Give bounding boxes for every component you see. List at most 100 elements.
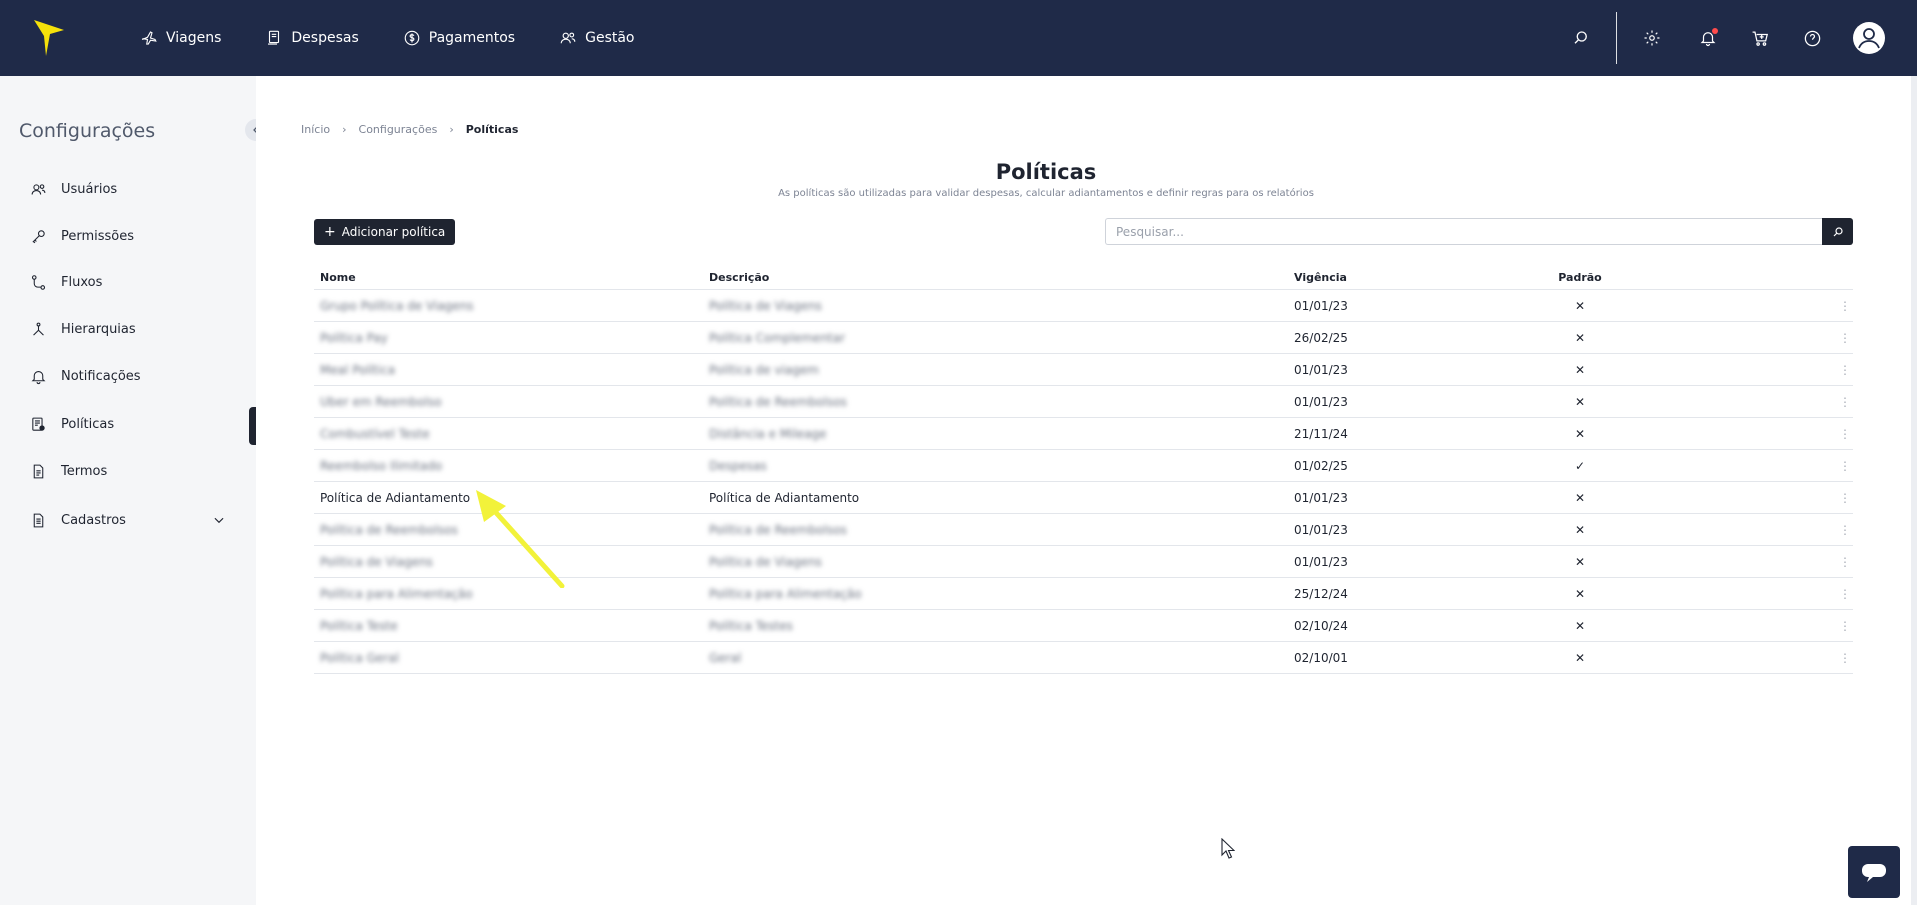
active-indicator <box>249 407 256 445</box>
sidebar-item-permissoes[interactable]: Permissões <box>30 224 230 248</box>
kebab-icon[interactable]: ⋮ <box>1838 427 1852 441</box>
cell-nome: Meal Política <box>320 362 396 377</box>
search-submit-button[interactable] <box>1822 218 1853 245</box>
header-nome[interactable]: Nome <box>320 271 356 284</box>
chat-icon <box>1862 864 1886 882</box>
mouse-cursor-icon <box>1221 838 1235 859</box>
kebab-icon[interactable]: ⋮ <box>1838 395 1852 409</box>
kebab-icon[interactable]: ⋮ <box>1838 363 1852 377</box>
chevron-down-icon[interactable] <box>212 513 226 527</box>
nav-despesas[interactable]: Despesas <box>265 29 359 47</box>
search-input[interactable] <box>1105 218 1822 245</box>
help-button[interactable] <box>1801 27 1823 49</box>
table-row[interactable]: Política para Alimentação Política para A… <box>314 578 1853 610</box>
breadcrumb-configuracoes[interactable]: Configurações <box>359 123 438 136</box>
cart-icon <box>1752 31 1768 46</box>
cell-padrao: ✕ <box>1574 330 1586 345</box>
table-row[interactable]: Política Geral Geral 02/10/01 ✕ ⋮ <box>314 642 1853 674</box>
cell-padrao: ✕ <box>1574 298 1586 313</box>
header-descricao[interactable]: Descrição <box>709 271 769 284</box>
nav-label: Viagens <box>166 30 222 46</box>
settings-button[interactable] <box>1641 27 1663 49</box>
cart-button[interactable] <box>1749 27 1771 49</box>
page-subtitle: As políticas são utilizadas para validar… <box>778 188 1314 199</box>
cell-padrao: ✕ <box>1574 586 1586 601</box>
kebab-icon[interactable]: ⋮ <box>1838 331 1852 345</box>
nav-viagens[interactable]: Viagens <box>140 29 221 47</box>
table-row[interactable]: Meal Política Política de viagem 01/01/23 ✕… <box>314 354 1853 386</box>
sidebar-item-notificacoes[interactable]: Notificações <box>30 364 230 388</box>
sidebar-item-usuarios[interactable]: Usuários <box>30 177 230 201</box>
cell-nome: Combustível Teste <box>320 426 430 441</box>
cell-vigencia: 01/01/23 <box>1294 522 1348 537</box>
cell-descricao: Política de Reembolsos <box>709 522 847 537</box>
scrollbar[interactable] <box>1911 76 1917 905</box>
chat-button[interactable] <box>1848 846 1900 898</box>
avatar[interactable] <box>1853 22 1885 54</box>
notifications-button[interactable] <box>1697 27 1719 49</box>
kebab-icon[interactable]: ⋮ <box>1838 587 1852 601</box>
sidebar-item-hierarquias[interactable]: Hierarquias <box>30 317 230 341</box>
logo-icon[interactable] <box>32 18 66 58</box>
table-row[interactable]: Política de Viagens Política de Viagens 01… <box>314 546 1853 578</box>
table-row[interactable]: Política de Reembolsos Política de Reembo… <box>314 514 1853 546</box>
cell-vigencia: 01/01/23 <box>1294 394 1348 409</box>
kebab-icon[interactable]: ⋮ <box>1838 555 1852 569</box>
receipt-icon <box>268 30 280 45</box>
plane-icon <box>141 31 157 45</box>
kebab-icon[interactable]: ⋮ <box>1838 491 1852 505</box>
sidebar-item-politicas[interactable]: Políticas <box>30 412 230 436</box>
cell-nome: Política de Reembolsos <box>320 522 458 537</box>
table-row[interactable]: Grupo Política de Viagens Política de Via… <box>314 290 1853 322</box>
table-row[interactable]: Política Pay Política Complementar 26/02/2… <box>314 322 1853 354</box>
nav-label: Despesas <box>291 30 359 46</box>
sidebar-item-termos[interactable]: Termos <box>30 459 230 483</box>
cell-padrao: ✕ <box>1574 362 1586 377</box>
sidebar-title: Configurações <box>19 120 156 142</box>
cell-nome: Política de Adiantamento <box>320 490 471 505</box>
search-button[interactable] <box>1570 27 1592 49</box>
avatar-icon <box>1854 23 1884 53</box>
cell-nome: Política para Alimentação <box>320 586 473 601</box>
dollar-icon <box>404 30 420 46</box>
nav-gestao[interactable]: Gestão <box>559 29 635 47</box>
header-padrao[interactable]: Padrão <box>1550 271 1610 284</box>
main-nav: Viagens Despesas Pagamentos Gestão <box>140 0 679 76</box>
sidebar-item-fluxos[interactable]: Fluxos <box>30 270 230 294</box>
cell-vigencia: 02/10/24 <box>1294 618 1348 633</box>
cell-descricao: Política de Reembolsos <box>709 394 847 409</box>
header-vigencia[interactable]: Vigência <box>1294 271 1347 284</box>
flow-icon <box>31 274 46 290</box>
kebab-icon[interactable]: ⋮ <box>1838 523 1852 537</box>
cell-nome: Grupo Política de Viagens <box>320 298 474 313</box>
cell-padrao: ✕ <box>1574 522 1586 537</box>
kebab-icon[interactable]: ⋮ <box>1838 619 1852 633</box>
chevron-right-icon: › <box>342 123 347 136</box>
sidebar-item-cadastros[interactable]: Cadastros <box>30 508 226 532</box>
cell-descricao: Política para Alimentação <box>709 586 862 601</box>
cell-vigencia: 01/01/23 <box>1294 362 1348 377</box>
cell-vigencia: 01/01/23 <box>1294 490 1348 505</box>
cell-padrao: ✕ <box>1574 650 1586 665</box>
kebab-icon[interactable]: ⋮ <box>1838 299 1852 313</box>
cell-descricao: Política de Viagens <box>709 298 822 313</box>
cell-descricao: Política de Adiantamento <box>709 490 860 505</box>
table-row[interactable]: Política de Adiantamento Política de Adia… <box>314 482 1853 514</box>
table-row[interactable]: Política Teste Política Testes 02/10/24 ✕ ⋮ <box>314 610 1853 642</box>
sidebar-item-label: Permissões <box>61 228 135 244</box>
table-row[interactable]: Uber em Reembolso Política de Reembolsos 0… <box>314 386 1853 418</box>
cell-padrao: ✕ <box>1574 554 1586 569</box>
add-policy-button[interactable]: + Adicionar política <box>314 219 456 245</box>
nav-pagamentos[interactable]: Pagamentos <box>403 29 515 47</box>
table-row[interactable]: Reembolso Ilimitado Despesas 01/02/25 ✓ ⋮ <box>314 450 1853 482</box>
cell-vigencia: 01/01/23 <box>1294 298 1348 313</box>
breadcrumb-inicio[interactable]: Início <box>301 123 330 136</box>
table-row[interactable]: Combustível Teste Distância e Mileage 21/1… <box>314 418 1853 450</box>
breadcrumb-current: Políticas <box>465 123 519 136</box>
hierarchy-icon <box>33 322 44 336</box>
cell-vigencia: 25/12/24 <box>1294 586 1348 601</box>
nav-label: Pagamentos <box>428 30 516 46</box>
cell-descricao: Política Testes <box>709 618 793 633</box>
kebab-icon[interactable]: ⋮ <box>1838 651 1852 665</box>
kebab-icon[interactable]: ⋮ <box>1838 459 1852 473</box>
